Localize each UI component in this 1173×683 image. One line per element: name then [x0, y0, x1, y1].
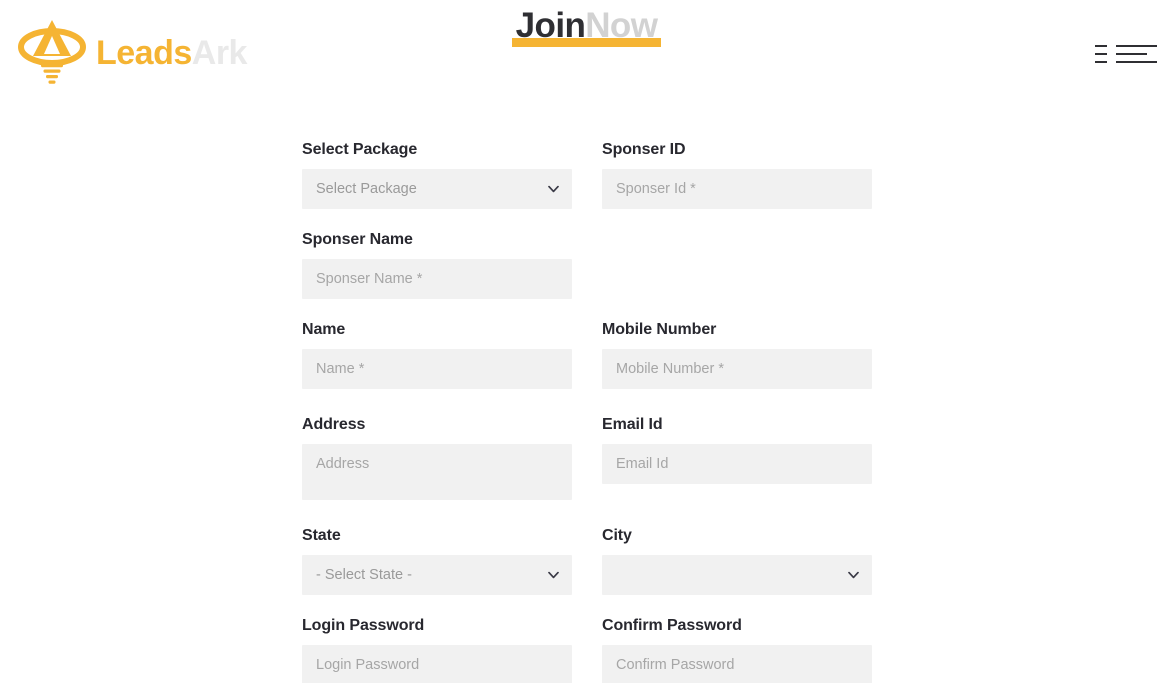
select-select-package[interactable]: Select Package [302, 169, 572, 209]
label-select-package: Select Package [302, 141, 418, 158]
row-spacer [302, 595, 872, 616]
input-mobile-number[interactable] [602, 349, 872, 389]
label-email-id: Email Id [602, 416, 663, 433]
join-now-registration-page: LeadsArk JoinNow Select Package Select Pa… [0, 0, 1173, 683]
form-row: Address Email Id [302, 415, 872, 500]
textarea-address[interactable] [302, 444, 572, 500]
page-title-block: JoinNow [0, 6, 1173, 51]
form-field-mobile-number: Mobile Number [602, 320, 872, 389]
input-email-id[interactable] [602, 444, 872, 484]
input-sponser-name[interactable] [302, 259, 572, 299]
form-field-city: City [602, 526, 872, 595]
form-row: Sponser Name [302, 230, 872, 299]
input-sponser-id[interactable] [602, 169, 872, 209]
label-name: Name [302, 321, 346, 338]
select-wrapper-city [602, 555, 872, 595]
form-row: Name Mobile Number [302, 320, 872, 389]
label-sponser-id: Sponser ID [602, 141, 686, 158]
form-field-sponser-name: Sponser Name [302, 230, 572, 299]
menu-line-3 [1095, 58, 1157, 66]
form-field-name: Name [302, 320, 572, 389]
form-row: Select Package Select Package Sponser ID [302, 140, 872, 209]
page-title-secondary: Now [585, 6, 658, 45]
menu-line-1 [1095, 42, 1157, 50]
label-state: State [302, 527, 341, 544]
label-login-password: Login Password [302, 617, 425, 634]
input-confirm-password[interactable] [602, 645, 872, 683]
form-field-state: State - Select State - [302, 526, 572, 595]
select-city[interactable] [602, 555, 872, 595]
hamburger-menu-icon[interactable] [1095, 42, 1157, 68]
form-field-sponser-id: Sponser ID [602, 140, 872, 209]
page-header: LeadsArk JoinNow [0, 0, 1173, 108]
row-spacer [302, 299, 872, 320]
input-name[interactable] [302, 349, 572, 389]
menu-line-2 [1095, 50, 1157, 58]
label-sponser-name: Sponser Name [302, 231, 413, 248]
page-title: JoinNow [516, 6, 658, 45]
row-spacer [302, 209, 872, 230]
form-field-select-package: Select Package Select Package [302, 140, 572, 209]
label-confirm-password: Confirm Password [602, 617, 742, 634]
select-state[interactable]: - Select State - [302, 555, 572, 595]
label-mobile-number: Mobile Number [602, 321, 717, 338]
page-title-primary: Join [515, 6, 586, 45]
select-wrapper-state: - Select State - [302, 555, 572, 595]
form-row: State - Select State - City [302, 526, 872, 595]
form-field-address: Address [302, 415, 572, 500]
form-row: Login Password Confirm Password [302, 616, 872, 683]
form-field-login-password: Login Password [302, 616, 572, 683]
form-field-confirm-password: Confirm Password [602, 616, 872, 683]
select-wrapper-select-package: Select Package [302, 169, 572, 209]
input-login-password[interactable] [302, 645, 572, 683]
row-spacer [302, 389, 872, 415]
form-field-email-id: Email Id [602, 415, 872, 484]
row-spacer [302, 500, 872, 526]
label-city: City [602, 527, 632, 544]
registration-form: Select Package Select Package Sponser ID Sp… [302, 140, 872, 683]
label-address: Address [302, 416, 366, 433]
